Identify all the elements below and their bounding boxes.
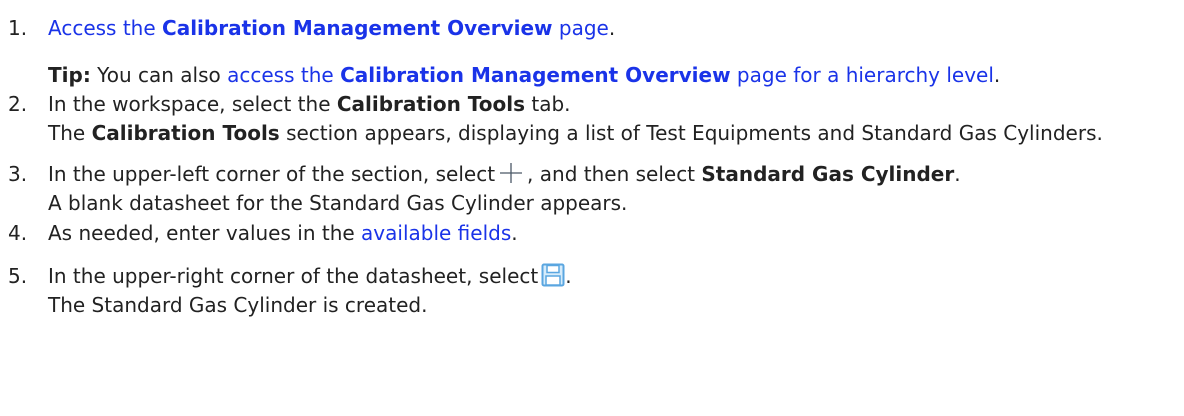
step-number: 2. xyxy=(8,92,28,116)
step-2-text: In the workspace, select the Calibration… xyxy=(48,90,1168,119)
step-number: 5. xyxy=(8,264,28,288)
step-2: 2. In the workspace, select the Calibrat… xyxy=(8,90,1168,148)
link-text: access the xyxy=(227,63,341,87)
step-text: As needed, enter values in the xyxy=(48,221,362,245)
result-text: The xyxy=(48,121,92,145)
ui-term: Standard Gas Cylinder xyxy=(701,162,955,186)
step-number: 3. xyxy=(8,162,28,186)
link-bold-text: Calibration Management Overview xyxy=(162,16,553,40)
link-bold-text: Calibration Management Overview xyxy=(340,63,731,87)
link-text: page xyxy=(552,16,609,40)
link-text: page for a hierarchy level xyxy=(730,63,994,87)
step-text: In the upper-left corner of the section,… xyxy=(48,162,496,186)
step-3-result: A blank datasheet for the Standard Gas C… xyxy=(48,191,628,215)
calibration-management-overview-link[interactable]: Access the Calibration Management Overvi… xyxy=(48,16,609,40)
result-text: section appears, displaying a list of Te… xyxy=(279,121,1103,145)
link-text: Access the xyxy=(48,16,163,40)
step-4: 4. As needed, enter values in the availa… xyxy=(8,219,1168,248)
tip-label: Tip: xyxy=(48,63,91,87)
step-5-text: In the upper-right corner of the datashe… xyxy=(48,262,1168,291)
punctuation: . xyxy=(608,16,616,40)
step-number: 4. xyxy=(8,221,28,245)
step-1: 1. Access the Calibration Management Ove… xyxy=(8,14,1168,90)
step-3-text: In the upper-left corner of the section,… xyxy=(48,160,1168,189)
available-fields-link[interactable]: available fields xyxy=(361,221,511,245)
step-2-result: The Calibration Tools section appears, d… xyxy=(48,119,1168,148)
step-1-text: Access the Calibration Management Overvi… xyxy=(48,14,1168,43)
punctuation: . xyxy=(993,63,1001,87)
step-text: In the upper-right corner of the datashe… xyxy=(48,264,539,288)
step-text: In the workspace, select the xyxy=(48,92,337,116)
step-number: 1. xyxy=(8,16,28,40)
step-4-text: As needed, enter values in the available… xyxy=(48,219,1168,248)
procedure-steps: 1. Access the Calibration Management Ove… xyxy=(8,14,1168,320)
step-5: 5. In the upper-right corner of the data… xyxy=(8,262,1168,320)
step-3: 3. In the upper-left corner of the secti… xyxy=(8,160,1168,218)
step-text: . xyxy=(954,162,961,186)
step-5-result: The Standard Gas Cylinder is created. xyxy=(48,293,428,317)
ui-term: Calibration Tools xyxy=(336,92,526,116)
step-text: tab. xyxy=(525,92,571,116)
hierarchy-level-overview-link[interactable]: access the Calibration Management Overvi… xyxy=(227,63,994,87)
punctuation: . xyxy=(565,264,572,288)
step-text: , and then select xyxy=(527,162,702,186)
save-icon xyxy=(541,263,565,287)
tip-text: You can also xyxy=(90,63,228,87)
ui-term: Calibration Tools xyxy=(91,121,280,145)
punctuation: . xyxy=(511,221,518,245)
plus-icon xyxy=(499,162,523,183)
tip-note: Tip: You can also access the Calibration… xyxy=(48,61,1168,90)
